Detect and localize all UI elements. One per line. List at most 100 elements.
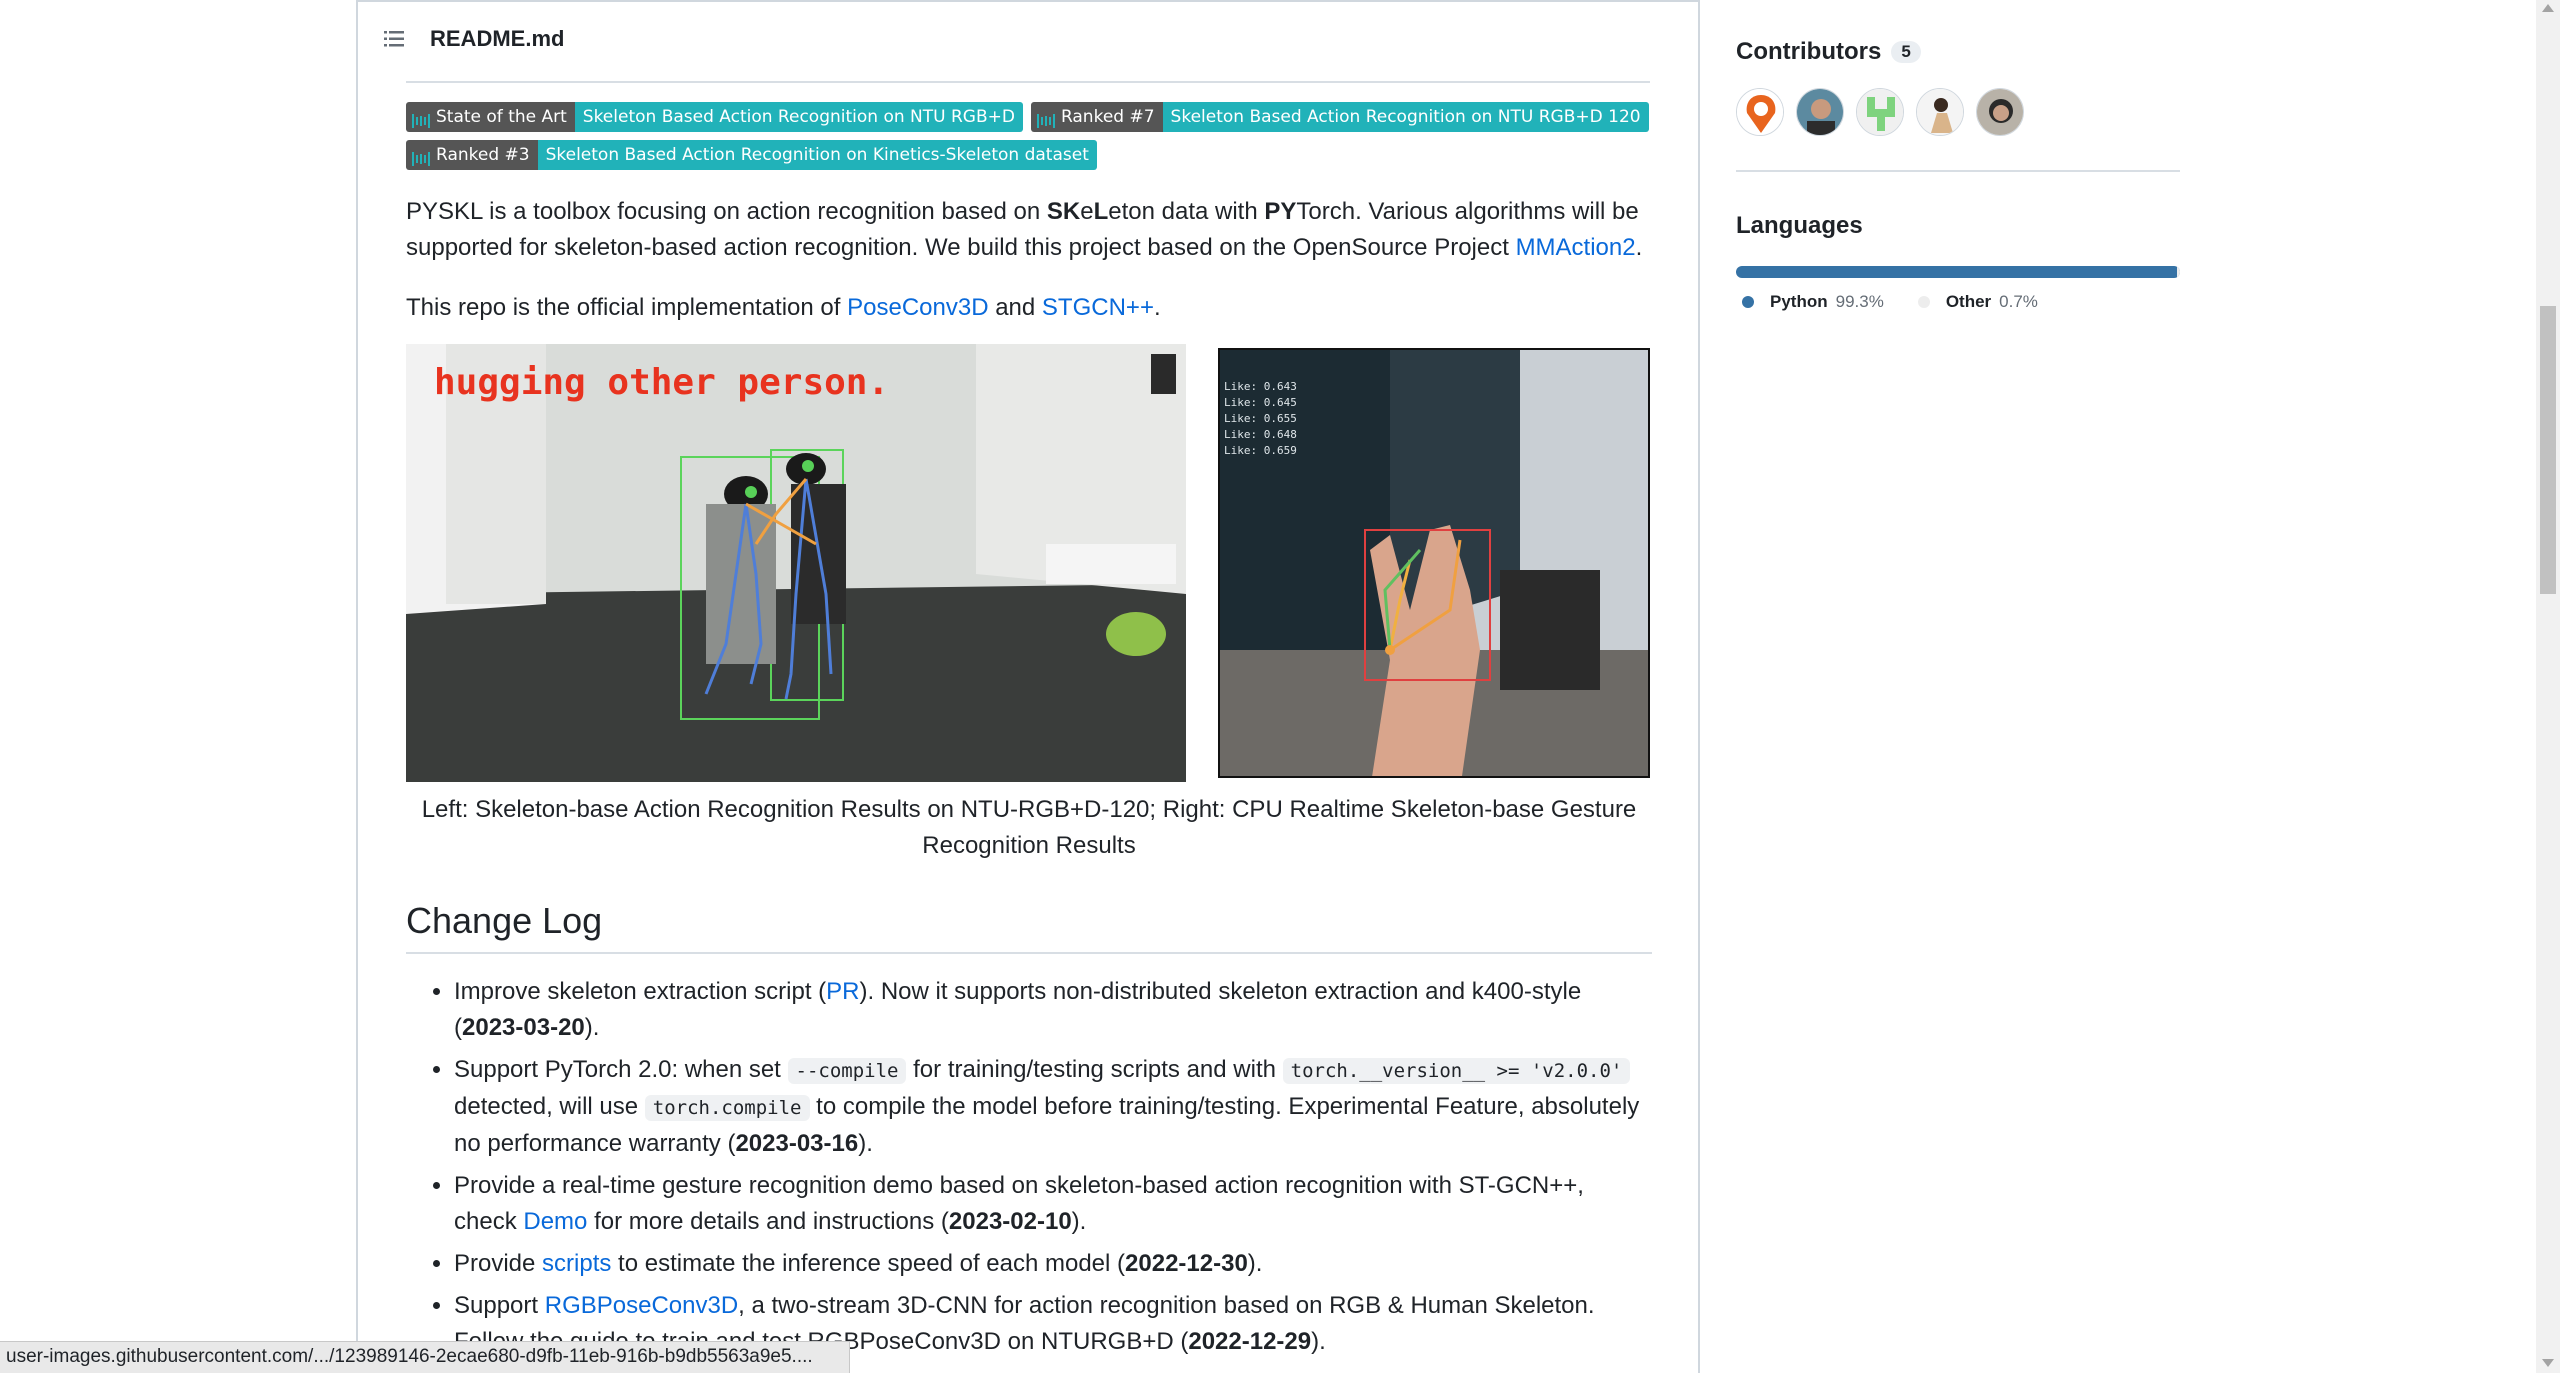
link-status-bar: user-images.githubusercontent.com/.../12… xyxy=(0,1341,850,1373)
changelog-text: for training/testing scripts and with xyxy=(906,1056,1283,1083)
scripts-link[interactable]: scripts xyxy=(542,1250,611,1277)
changelog-text: ). xyxy=(858,1130,873,1157)
terminal-text-overlay: Like: 0.643 Like: 0.645 Like: 0.655 Like… xyxy=(1224,380,1297,457)
page-scrollbar[interactable] xyxy=(2536,0,2560,1373)
language-python[interactable]: Python 99.3% xyxy=(1742,292,1884,312)
intro-paragraph: PYSKL is a toolbox focusing on action re… xyxy=(406,194,1652,266)
badge-state-of-the-art[interactable]: State of the Art Skeleton Based Action R… xyxy=(406,102,1023,132)
changelog-text: Improve skeleton extraction script ( xyxy=(454,978,827,1005)
changelog-text: Provide xyxy=(454,1250,543,1277)
paperswithcode-icon xyxy=(412,147,430,166)
avatar[interactable] xyxy=(1856,88,1904,136)
other-color-dot xyxy=(1917,296,1930,308)
demo-link[interactable]: Demo xyxy=(523,1208,587,1235)
readme-title[interactable]: README.md xyxy=(430,26,564,52)
changelog-date: 2023-03-16 xyxy=(735,1130,859,1157)
badge-row: State of the Art Skeleton Based Action R… xyxy=(406,102,1652,170)
paperswithcode-icon xyxy=(1036,109,1055,128)
changelog-text: ). xyxy=(1247,1250,1263,1277)
intro-text: e xyxy=(1080,198,1094,225)
language-name: Other xyxy=(1945,292,1992,311)
intro-bold: SK xyxy=(1046,198,1081,225)
contributors-title[interactable]: Contributors xyxy=(1736,38,1881,66)
stgcn-link[interactable]: STGCN++ xyxy=(1042,294,1154,321)
readme-content: State of the Art Skeleton Based Action R… xyxy=(406,102,1652,1366)
scroll-up-icon[interactable] xyxy=(2542,4,2554,12)
overlay-line: Like: 0.648 xyxy=(1224,428,1297,441)
avatar[interactable] xyxy=(1976,88,2024,136)
action-recognition-demo-image[interactable]: hugging other person. xyxy=(406,344,1186,782)
intro-bold: L xyxy=(1093,198,1109,225)
avatar[interactable] xyxy=(1736,88,1784,136)
intro-text: eton data with xyxy=(1108,198,1265,225)
contributors-count: 5 xyxy=(1891,41,1921,63)
contributors-heading[interactable]: Contributors 5 xyxy=(1736,38,2180,66)
language-name: Python xyxy=(1770,292,1828,311)
readme-card: README.md State of the Art Skeleton Base… xyxy=(356,0,1700,1373)
sidebar-divider xyxy=(1736,170,2180,172)
inline-code: --compile xyxy=(787,1058,907,1084)
changelog-item: Provide scripts to estimate the inferenc… xyxy=(454,1246,1652,1282)
poseconv3d-link[interactable]: PoseConv3D xyxy=(847,294,988,321)
inline-code: torch.__version__ >= 'v2.0.0' xyxy=(1282,1058,1631,1084)
overlay-line: Like: 0.659 xyxy=(1224,444,1297,457)
repo-text: This repo is the official implementation… xyxy=(406,294,848,321)
badge-label: State of the Art xyxy=(436,107,567,127)
badge-value: Skeleton Based Action Recognition on Kin… xyxy=(537,140,1097,170)
scrollbar-thumb[interactable] xyxy=(2540,306,2556,594)
changelog-date: 2023-03-20 xyxy=(462,1014,585,1041)
changelog-text: for more details and instructions ( xyxy=(587,1208,949,1235)
badge-ranked-7[interactable]: Ranked #7 Skeleton Based Action Recognit… xyxy=(1030,102,1649,132)
overlay-line: Like: 0.643 xyxy=(1224,380,1297,393)
mmaction2-link[interactable]: MMAction2 xyxy=(1516,234,1636,261)
changelog-text: ). xyxy=(1311,1328,1326,1355)
changelog-text: to estimate the inference speed of each … xyxy=(611,1250,1126,1277)
changelog-text: detected, will use xyxy=(454,1093,645,1120)
changelog-item: Improve skeleton extraction script (PR).… xyxy=(454,974,1652,1046)
badge-ranked-3[interactable]: Ranked #3 Skeleton Based Action Recognit… xyxy=(406,140,1097,170)
avatar[interactable] xyxy=(1796,88,1844,136)
language-other[interactable]: Other 0.7% xyxy=(1917,292,2038,312)
gesture-recognition-demo-image[interactable]: Like: 0.643 Like: 0.645 Like: 0.655 Like… xyxy=(1218,348,1650,778)
python-color-dot xyxy=(1742,296,1754,308)
changelog-text: ). xyxy=(1071,1208,1087,1235)
pr-link[interactable]: PR xyxy=(826,978,859,1005)
languages-legend: Python 99.3% Other 0.7% xyxy=(1736,292,2180,312)
languages-heading: Languages xyxy=(1736,212,1863,239)
languages-bar-other xyxy=(2176,266,2180,278)
avatar[interactable] xyxy=(1916,88,1964,136)
header-divider xyxy=(406,81,1650,83)
badge-value: Skeleton Based Action Recognition on NTU… xyxy=(574,102,1023,132)
language-percent: 99.3% xyxy=(1835,292,1884,311)
changelog-text: Support PyTorch 2.0: when set xyxy=(454,1056,788,1083)
repo-paragraph: This repo is the official implementation… xyxy=(406,290,1652,326)
languages-section: Languages Python 99.3% Other 0.7% xyxy=(1736,212,2180,312)
intro-bold: PY xyxy=(1264,198,1297,225)
figure-caption: Left: Skeleton-base Action Recognition R… xyxy=(421,796,1637,859)
repo-text: . xyxy=(1153,294,1161,321)
badge-label: Ranked #7 xyxy=(1060,107,1155,127)
languages-bar xyxy=(1736,266,2180,278)
overlay-line: Like: 0.655 xyxy=(1224,412,1297,425)
paperswithcode-icon xyxy=(412,109,430,128)
language-percent: 0.7% xyxy=(1999,292,2038,311)
overlay-line: Like: 0.645 xyxy=(1224,396,1297,409)
badge-value: Skeleton Based Action Recognition on NTU… xyxy=(1162,102,1649,132)
repo-sidebar: Contributors 5 Languages Python 99.3% Oth… xyxy=(1736,0,2180,312)
inline-code: torch.compile xyxy=(644,1095,810,1121)
intro-text: PYSKL is a toolbox focusing on action re… xyxy=(406,198,1047,225)
changelog-date: 2023-02-10 xyxy=(948,1208,1072,1235)
action-label-overlay: hugging other person. xyxy=(434,362,889,403)
changelog-heading: Change Log xyxy=(406,900,1652,954)
contributor-avatars xyxy=(1736,88,2180,136)
changelog-date: 2022-12-29 xyxy=(1188,1328,1312,1355)
contributors-section: Contributors 5 xyxy=(1736,38,2180,136)
readme-header: README.md xyxy=(358,2,1698,76)
rgbposeconv3d-link[interactable]: RGBPoseConv3D xyxy=(545,1292,738,1319)
demo-figure-row: hugging other person. Like: 0.643 Like: … xyxy=(406,344,1652,782)
changelog-item: Support PyTorch 2.0: when set --compile … xyxy=(454,1052,1652,1162)
table-of-contents-icon[interactable] xyxy=(382,27,406,51)
scroll-down-icon[interactable] xyxy=(2542,1359,2554,1367)
changelog-item: Provide a real-time gesture recognition … xyxy=(454,1168,1652,1240)
intro-text: . xyxy=(1635,234,1643,261)
